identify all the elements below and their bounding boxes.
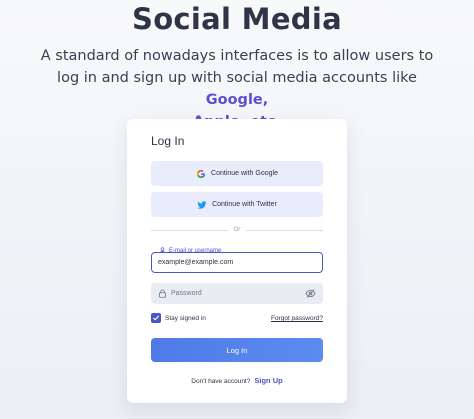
signup-row: Don't have account? Sign Up — [127, 376, 347, 385]
or-divider: Or — [151, 225, 324, 235]
divider-text: Or — [233, 227, 241, 233]
password-field[interactable]: Password — [151, 283, 323, 304]
continue-with-google-button[interactable]: Continue with Google — [151, 161, 323, 186]
sign-up-link[interactable]: Sign Up — [254, 376, 282, 385]
continue-with-twitter-label: Continue with Twitter — [212, 201, 277, 208]
page-title: Social Media — [132, 2, 342, 36]
lock-icon — [158, 289, 167, 298]
forgot-password-link[interactable]: Forgot password? — [271, 315, 323, 322]
description-highlight-google: Google, — [205, 92, 269, 108]
no-account-text: Don't have account? — [191, 378, 251, 385]
login-card-title: Log In — [151, 134, 185, 148]
login-button[interactable]: Log In — [151, 338, 323, 362]
checkmark-icon — [153, 315, 159, 321]
stay-signed-in-label: Stay signed in — [165, 314, 206, 322]
stay-signed-in-row: Stay signed in — [151, 313, 206, 323]
description-text: A standard of nowadays interfaces is to … — [40, 48, 434, 86]
continue-with-google-label: Continue with Google — [211, 170, 278, 177]
divider-line-left — [151, 229, 228, 231]
eye-off-icon[interactable] — [305, 288, 316, 299]
login-card: Log In Continue with Google Continue wit… — [127, 119, 347, 403]
continue-with-twitter-button[interactable]: Continue with Twitter — [151, 192, 323, 217]
divider-line-right — [246, 229, 324, 231]
stay-signed-in-checkbox[interactable] — [151, 313, 161, 323]
google-icon — [196, 169, 206, 179]
email-field[interactable] — [151, 252, 323, 273]
password-placeholder: Password — [171, 290, 202, 297]
twitter-icon — [197, 200, 207, 210]
